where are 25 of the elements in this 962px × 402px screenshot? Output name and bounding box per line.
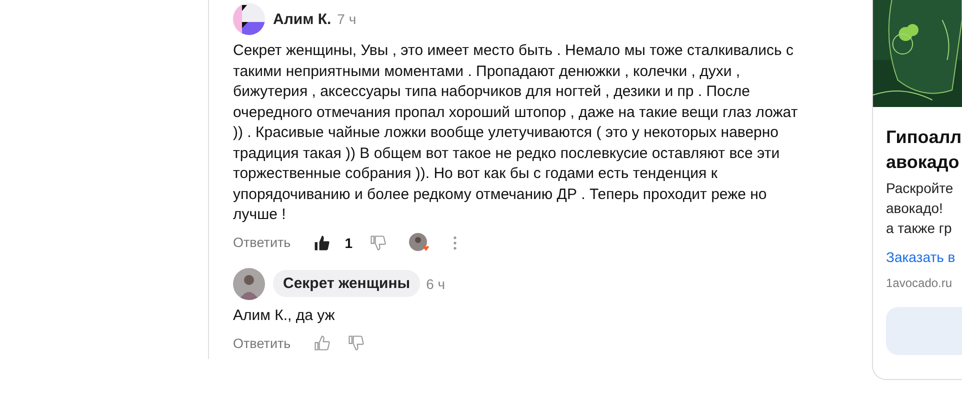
avatar[interactable] bbox=[233, 3, 265, 35]
thumbs-up-icon[interactable] bbox=[312, 334, 331, 352]
ad-link[interactable]: Заказать в bbox=[886, 249, 962, 265]
avatar[interactable] bbox=[233, 268, 265, 300]
author-name[interactable]: Алим К. bbox=[273, 10, 332, 28]
thumbs-down-icon[interactable] bbox=[368, 234, 387, 252]
comment-text: Алим К., да уж bbox=[233, 306, 336, 326]
ad-card[interactable]: Гипоалл авокадо Раскройте авокадо! а также гр Заказать в 1avocado.ru bbox=[872, 0, 962, 380]
comment-time: 6 ч bbox=[426, 276, 446, 292]
thumbs-up-icon[interactable] bbox=[312, 234, 331, 252]
ad-title: Гипоалл bbox=[886, 126, 962, 149]
thumbs-down-icon[interactable] bbox=[346, 334, 365, 352]
reactor-avatar[interactable] bbox=[408, 232, 429, 252]
more-icon[interactable] bbox=[452, 236, 457, 250]
comment-time: 7 ч bbox=[337, 11, 356, 27]
reply-button[interactable]: Ответить bbox=[233, 336, 291, 350]
reply-button[interactable]: Ответить bbox=[233, 235, 291, 250]
ad-description: Раскройте bbox=[886, 179, 954, 198]
ad-description: авокадо! bbox=[886, 199, 944, 218]
ad-domain: 1avocado.ru bbox=[886, 276, 954, 290]
comment-text: Секрет женщины, Увы , это имеет место быть . Немало мы тоже сталкивались с такими неприятными моментами . Пропадают денюжки , колечки , духи , бижутерия , аксессуары типа наборчиков для ногтей , дезики и пр . После очередного отмечания пропал хороший штопор , даже на такие вещи глаз ложат )) . Красивые чайные ложки вообще улетучиваются ( это у некоторых наверно традиция такая )) В общем вот такое не редко послевкусие оставляют все эти торжественные собрания )). Но вот как бы с годами есть тенденция к упорядочиванию и более редкому отмечанию ДР . Теперь проходит реже но лучше ! bbox=[233, 41, 799, 225]
ad-description: а также гр bbox=[886, 219, 953, 238]
author-name[interactable]: Секрет женщины bbox=[273, 270, 420, 297]
ad-title: авокадо bbox=[886, 151, 960, 174]
like-count: 1 bbox=[344, 234, 353, 250]
